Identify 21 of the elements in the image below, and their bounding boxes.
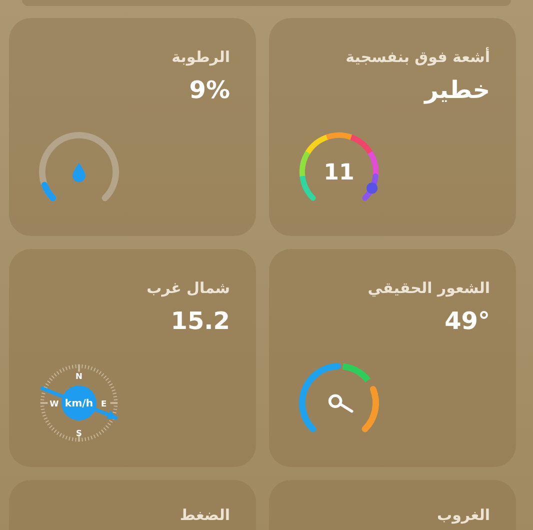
compass-letter: E: [101, 398, 107, 409]
card-title: أشعة فوق بنفسجية: [346, 48, 490, 66]
speed-unit: km/h: [64, 398, 94, 410]
needle-icon: [328, 394, 354, 413]
compass-letter: S: [76, 428, 82, 438]
speed-badge: [62, 386, 96, 420]
card-value: خطير: [424, 76, 490, 104]
water-drop-icon: [72, 162, 86, 182]
card-value: 15.2: [170, 307, 230, 335]
compass-letter: W: [50, 398, 59, 409]
card-title: شمال غرب: [146, 279, 230, 297]
gauge-marker: [366, 182, 378, 194]
card-value: 9%: [189, 76, 230, 104]
card-title: الغروب: [437, 506, 490, 524]
card-title: الرطوبة: [172, 48, 230, 66]
card-value: 49°: [444, 307, 490, 335]
gauge-fill: [41, 182, 56, 202]
card-title: الشعور الحقيقي: [368, 279, 490, 297]
compass-letter: N: [76, 371, 82, 382]
card-title: الضغط: [180, 506, 230, 524]
uv-index: 11: [324, 160, 354, 186]
